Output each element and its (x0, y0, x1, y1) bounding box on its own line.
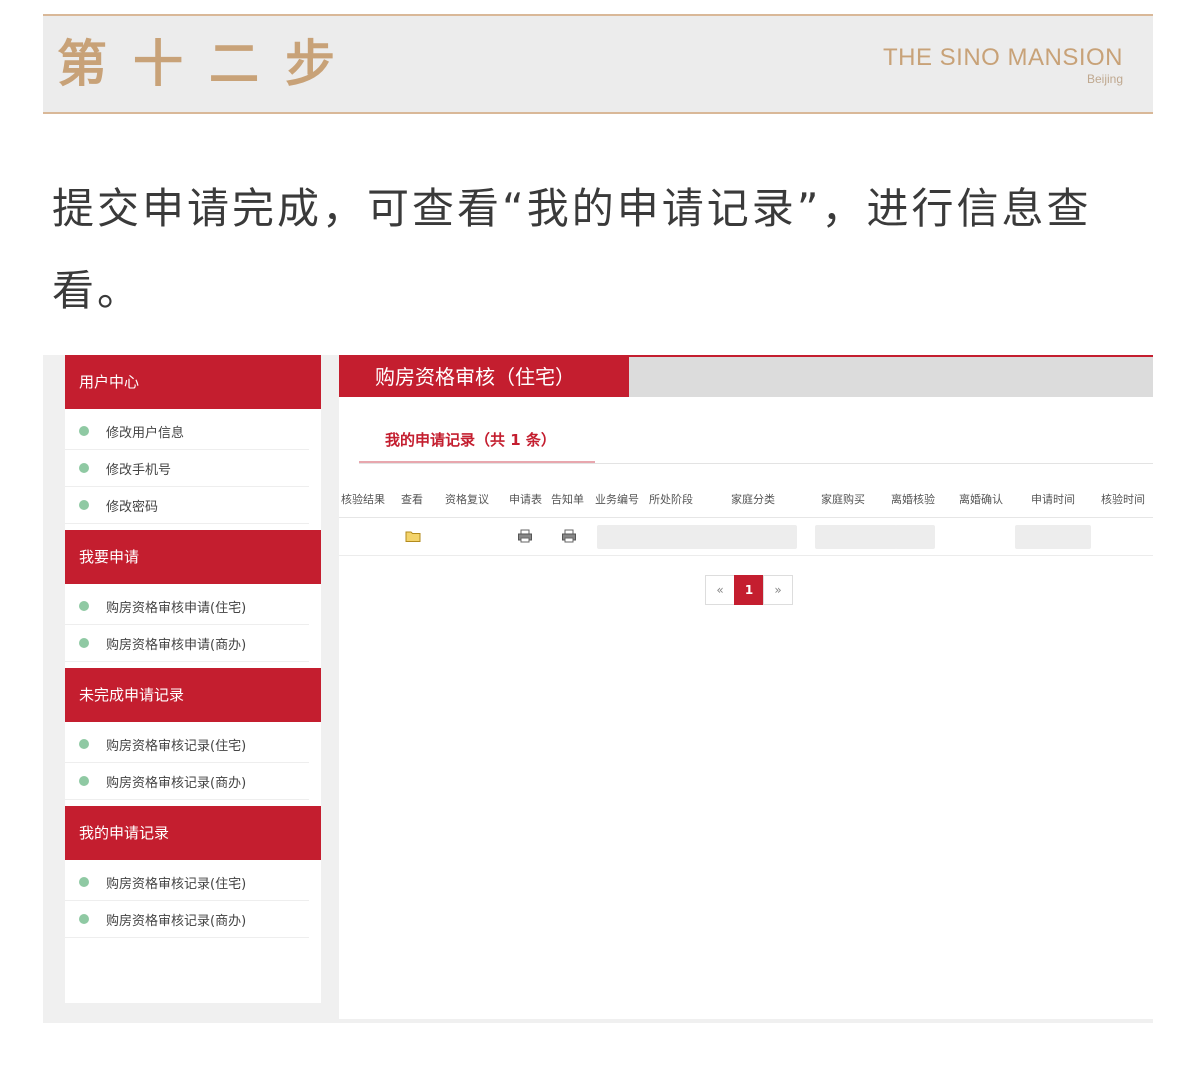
redacted-cell (597, 525, 797, 549)
sidebar-item-edit-phone[interactable]: 修改手机号 (65, 450, 309, 487)
sidebar-item-label: 购房资格审核记录(商办) (106, 775, 247, 791)
column-header: 离婚核验 (891, 493, 935, 506)
sidebar-item-label: 购房资格审核申请(住宅) (106, 600, 247, 616)
sidebar-item-edit-password[interactable]: 修改密码 (65, 487, 309, 524)
pagination-next-button[interactable]: » (763, 575, 793, 605)
page-title: 购房资格审核（住宅） (339, 355, 629, 397)
sidebar-item-label: 购房资格审核申请(商办) (106, 637, 247, 653)
printer-icon[interactable] (561, 529, 577, 547)
brand-name: THE SINO MANSION (882, 44, 1123, 71)
bullet-dot-icon (79, 638, 89, 648)
bullet-dot-icon (79, 500, 89, 510)
printer-icon[interactable] (517, 529, 533, 547)
sidebar-item-records-commercial[interactable]: 购房资格审核记录(商办) (65, 901, 309, 938)
sidebar-item-apply-residential[interactable]: 购房资格审核申请(住宅) (65, 588, 309, 625)
redacted-cell (895, 525, 935, 549)
redacted-cell (815, 525, 897, 549)
sidebar-item-edit-user-info[interactable]: 修改用户信息 (65, 413, 309, 450)
instruction-text: 提交申请完成，可查看“我的申请记录”，进行信息查看。 (52, 184, 1092, 315)
sidebar-item-label: 购房资格审核记录(住宅) (106, 876, 247, 892)
bullet-dot-icon (79, 914, 89, 924)
bullet-dot-icon (79, 601, 89, 611)
sidebar-item-label: 修改密码 (106, 499, 159, 515)
sidebar-item-incomplete-residential[interactable]: 购房资格审核记录(住宅) (65, 726, 309, 763)
column-header: 核验结果 (341, 493, 385, 506)
sidebar-item-label: 购房资格审核记录(商办) (106, 913, 247, 929)
bullet-dot-icon (79, 739, 89, 749)
bullet-dot-icon (79, 776, 89, 786)
column-header: 核验时间 (1101, 493, 1145, 506)
sidebar-item-label: 修改手机号 (106, 462, 172, 478)
bullet-dot-icon (79, 426, 89, 436)
table-row (339, 519, 1153, 556)
brand-logo: THE SINO MANSION Beijing (883, 44, 1123, 86)
bullet-dot-icon (79, 877, 89, 887)
pagination-page-1[interactable]: 1 (734, 575, 764, 605)
column-header: 所处阶段 (649, 493, 693, 506)
column-header: 资格复议 (445, 493, 489, 506)
column-header: 家庭分类 (731, 493, 775, 506)
main-panel: 购房资格审核（住宅） 我的申请记录（共 1 条） 核验结果 查看 资格复议 申请… (339, 355, 1153, 1019)
column-header: 申请时间 (1031, 493, 1075, 506)
sidebar-section-my-records: 我的申请记录 (65, 806, 321, 860)
pagination: « 1 » (705, 575, 793, 605)
portal-screenshot: 用户中心 修改用户信息 修改手机号 修改密码 我要申请 购房资格审核申请(住宅)… (43, 355, 1153, 1023)
brand-city: Beijing (1086, 72, 1123, 86)
folder-icon[interactable] (405, 529, 421, 547)
sidebar-item-label: 购房资格审核记录(住宅) (106, 738, 247, 754)
column-header: 家庭购买 (821, 493, 865, 506)
sidebar-section-incomplete: 未完成申请记录 (65, 668, 321, 722)
pagination-prev-button[interactable]: « (705, 575, 735, 605)
sidebar-item-label: 修改用户信息 (106, 425, 185, 441)
sidebar-item-records-residential[interactable]: 购房资格审核记录(住宅) (65, 864, 309, 901)
column-header: 申请表 (509, 493, 542, 506)
column-header: 业务编号 (595, 493, 639, 506)
redacted-cell (1015, 525, 1091, 549)
sidebar: 用户中心 修改用户信息 修改手机号 修改密码 我要申请 购房资格审核申请(住宅)… (65, 355, 321, 1003)
tab-divider (359, 463, 1153, 464)
sidebar-section-user-center: 用户中心 (65, 355, 321, 409)
column-header: 告知单 (551, 493, 584, 506)
step-banner: 第十二步 THE SINO MANSION Beijing (43, 14, 1153, 114)
column-header: 查看 (401, 493, 423, 506)
table-header: 核验结果 查看 资格复议 申请表 告知单 业务编号 所处阶段 家庭分类 家庭购买… (339, 487, 1153, 518)
tab-my-records[interactable]: 我的申请记录（共 1 条） (359, 419, 595, 463)
sidebar-item-apply-commercial[interactable]: 购房资格审核申请(商办) (65, 625, 309, 662)
bullet-dot-icon (79, 463, 89, 473)
step-title: 第十二步 (57, 34, 361, 93)
column-header: 离婚确认 (959, 493, 1003, 506)
sidebar-section-apply: 我要申请 (65, 530, 321, 584)
sidebar-item-incomplete-commercial[interactable]: 购房资格审核记录(商办) (65, 763, 309, 800)
